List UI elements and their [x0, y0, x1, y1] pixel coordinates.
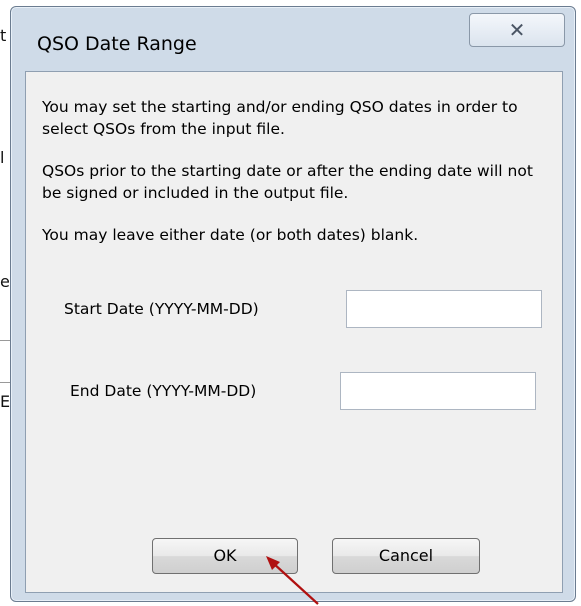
title-bar[interactable]: QSO Date Range ✕	[11, 7, 575, 71]
background-text-fragment: E	[0, 392, 11, 411]
background-text-fragment: t	[0, 26, 7, 45]
cancel-button[interactable]: Cancel	[332, 538, 480, 574]
dialog-client-area: You may set the starting and/or ending Q…	[25, 71, 563, 593]
ok-button[interactable]: OK	[152, 538, 298, 574]
background-divider	[0, 382, 10, 383]
qso-date-range-dialog: QSO Date Range ✕ You may set the startin…	[10, 6, 576, 602]
start-date-input[interactable]	[346, 290, 542, 328]
warning-paragraph: QSOs prior to the starting date or after…	[42, 162, 533, 202]
dialog-title: QSO Date Range	[37, 33, 197, 55]
end-date-label: End Date (YYYY-MM-DD)	[70, 382, 257, 400]
start-date-label: Start Date (YYYY-MM-DD)	[64, 300, 259, 318]
background-text-fragment: l	[0, 148, 5, 167]
background-divider	[0, 340, 10, 341]
instructions-paragraph: You may set the starting and/or ending Q…	[42, 98, 518, 138]
close-icon: ✕	[508, 18, 526, 42]
end-date-input[interactable]	[340, 372, 536, 410]
close-button[interactable]: ✕	[469, 13, 565, 47]
blank-dates-note: You may leave either date (or both dates…	[42, 226, 419, 244]
screenshot: t l e E QSO Date Range ✕ You may set the…	[0, 0, 581, 606]
background-text-fragment: e	[0, 272, 10, 291]
